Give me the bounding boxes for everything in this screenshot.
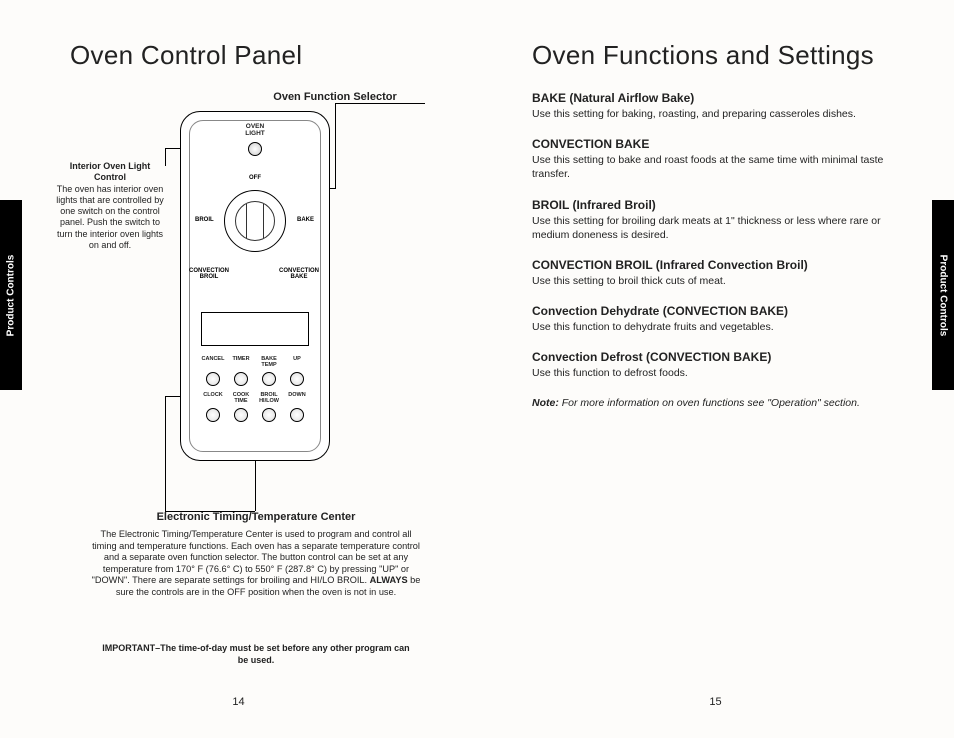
setting-heading: BROIL (Infrared Broil) — [532, 198, 884, 212]
panel-button-icon — [290, 372, 304, 386]
page-title-left: Oven Control Panel — [70, 40, 442, 71]
btn-label: UP — [283, 357, 311, 368]
setting-block: CONVECTION BAKE Use this setting to bake … — [532, 137, 884, 181]
btn-label: COOKTIME — [227, 393, 255, 404]
setting-block: BAKE (Natural Airflow Bake) Use this sett… — [532, 91, 884, 121]
setting-body: Use this setting to bake and roast foods… — [532, 153, 884, 181]
oven-light-label: OVENLIGHT — [181, 124, 329, 137]
setting-block: Convection Defrost (CONVECTION BAKE) Use … — [532, 350, 884, 380]
button-grid: CANCEL TIMER BAKETEMP UP CLOCK COOKTIME … — [199, 357, 311, 426]
callout-line — [165, 396, 166, 511]
btn-label: BAKETEMP — [255, 357, 283, 368]
setting-block: CONVECTION BROIL (Infrared Convection Br… — [532, 258, 884, 288]
function-dial-icon — [224, 190, 286, 252]
callout-line — [335, 103, 336, 188]
settings-list: BAKE (Natural Airflow Bake) Use this sett… — [532, 91, 884, 380]
panel-button-icon — [262, 408, 276, 422]
panel-button-icon — [234, 372, 248, 386]
control-panel-diagram: OVENLIGHT OFF BAKE BROIL CONVECTIONBAKE … — [180, 111, 330, 461]
setting-heading: Convection Dehydrate (CONVECTION BAKE) — [532, 304, 884, 318]
etc-body-bold: ALWAYS — [370, 575, 408, 585]
setting-heading: BAKE (Natural Airflow Bake) — [532, 91, 884, 105]
panel-button-icon — [290, 408, 304, 422]
setting-body: Use this setting for baking, roasting, a… — [532, 107, 884, 121]
btn-label: CLOCK — [199, 393, 227, 404]
page-left: Oven Control Panel Oven Function Selecto… — [0, 0, 477, 738]
callout-line — [335, 103, 425, 104]
callout-line — [255, 461, 256, 511]
dial-conv-broil-label: CONVECTIONBROIL — [189, 268, 229, 280]
btn-label: CANCEL — [199, 357, 227, 368]
function-selector-label: Oven Function Selector — [245, 91, 425, 103]
panel-button-icon — [234, 408, 248, 422]
display-rect-icon — [201, 312, 309, 346]
setting-heading: CONVECTION BROIL (Infrared Convection Br… — [532, 258, 884, 272]
etc-important: IMPORTANT–The time-of-day must be set be… — [100, 643, 412, 666]
etc-body: The Electronic Timing/Temperature Center… — [90, 529, 422, 598]
interior-light-body: The oven has interior oven lights that a… — [55, 184, 165, 252]
dial-broil-label: BROIL — [195, 217, 214, 223]
note-block: Note: For more information on oven funct… — [532, 396, 884, 410]
setting-block: Convection Dehydrate (CONVECTION BAKE) Us… — [532, 304, 884, 334]
page-number-right: 15 — [709, 696, 721, 708]
interior-light-heading: Interior Oven Light Control — [55, 161, 165, 184]
setting-body: Use this setting for broiling dark meats… — [532, 214, 884, 242]
etc-heading: Electronic Timing/Temperature Center — [70, 511, 442, 523]
dial-conv-bake-label: CONVECTIONBAKE — [279, 268, 319, 280]
page-number-left: 14 — [232, 696, 244, 708]
btn-label: TIMER — [227, 357, 255, 368]
oven-light-button-icon — [248, 142, 262, 156]
dial-off-label: OFF — [249, 175, 261, 181]
page-title-right: Oven Functions and Settings — [532, 40, 884, 71]
dial-bake-label: BAKE — [297, 217, 314, 223]
panel-button-icon — [262, 372, 276, 386]
setting-heading: CONVECTION BAKE — [532, 137, 884, 151]
callout-line — [165, 148, 166, 166]
page-right: Oven Functions and Settings BAKE (Natura… — [477, 0, 954, 738]
setting-body: Use this function to dehydrate fruits an… — [532, 320, 884, 334]
panel-button-icon — [206, 372, 220, 386]
panel-button-icon — [206, 408, 220, 422]
btn-label: BROILHI/LOW — [255, 393, 283, 404]
note-bold: Note: — [532, 397, 559, 409]
setting-body: Use this setting to broil thick cuts of … — [532, 274, 884, 288]
note-italic: For more information on oven functions s… — [559, 397, 860, 409]
interior-light-callout: Interior Oven Light Control The oven has… — [55, 161, 165, 251]
setting-heading: Convection Defrost (CONVECTION BAKE) — [532, 350, 884, 364]
setting-block: BROIL (Infrared Broil) Use this setting f… — [532, 198, 884, 242]
btn-label: DOWN — [283, 393, 311, 404]
setting-body: Use this function to defrost foods. — [532, 366, 884, 380]
